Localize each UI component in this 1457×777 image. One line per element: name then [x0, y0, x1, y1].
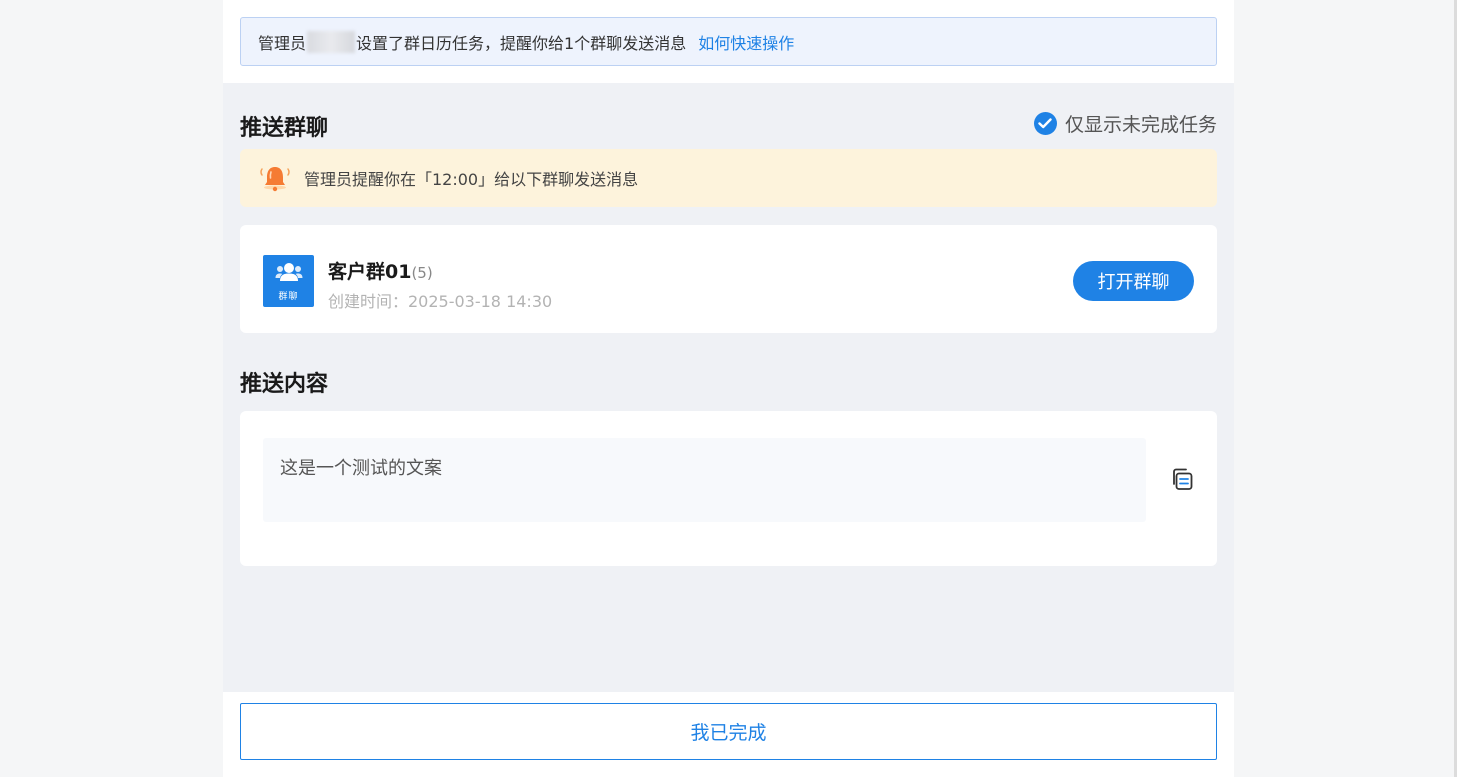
group-avatar: 群聊: [263, 255, 314, 307]
bell-icon: [258, 163, 292, 193]
group-name: 客户群01(5): [328, 257, 433, 284]
notice-prefix: 管理员: [258, 33, 307, 53]
copy-icon[interactable]: [1171, 467, 1195, 495]
calendar-task-notice: 管理员 设置了群日历任务，提醒你给1个群聊发送消息 如何快速操作: [240, 17, 1217, 66]
reminder-banner: 管理员提醒你在「12:00」给以下群聊发送消息: [240, 149, 1217, 207]
reminder-text: 管理员提醒你在「12:00」给以下群聊发送消息: [304, 170, 639, 189]
push-content-title: 推送内容: [240, 372, 329, 397]
group-name-text: 客户群01: [328, 261, 412, 283]
push-content-text: 这是一个测试的文案: [263, 438, 1146, 522]
open-group-chat-button[interactable]: 打开群聊: [1073, 261, 1194, 301]
group-member-count: (5): [411, 264, 433, 282]
notice-text: 设置了群日历任务，提醒你给1个群聊发送消息: [356, 33, 687, 53]
group-created-time: 创建时间：2025-03-18 14:30: [328, 292, 553, 311]
incomplete-only-toggle[interactable]: 仅显示未完成任务: [1033, 110, 1217, 137]
push-content-card: 这是一个测试的文案: [240, 411, 1217, 566]
group-chat-card: 群聊 客户群01(5) 创建时间：2025-03-18 14:30 打开群聊: [240, 225, 1217, 333]
mark-done-button[interactable]: 我已完成: [240, 703, 1217, 760]
incomplete-only-label: 仅显示未完成任务: [1064, 114, 1217, 136]
group-avatar-tag: 群聊: [278, 291, 299, 302]
group-users-icon: [275, 261, 303, 287]
push-group-title: 推送群聊: [240, 116, 329, 141]
redacted-admin-name: [307, 30, 356, 53]
check-circle-icon: [1033, 112, 1057, 135]
quick-guide-link[interactable]: 如何快速操作: [698, 30, 794, 54]
task-panel: 管理员 设置了群日历任务，提醒你给1个群聊发送消息 如何快速操作 推送群聊 仅显…: [223, 0, 1234, 777]
